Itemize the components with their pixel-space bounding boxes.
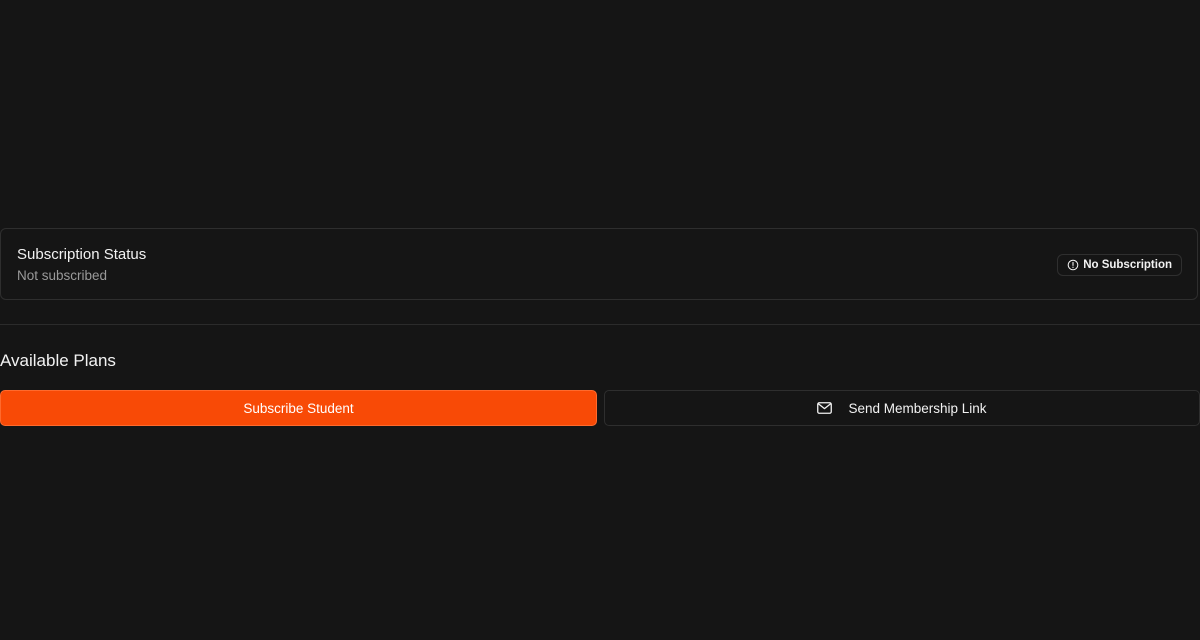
- subscription-status-text: Not subscribed: [17, 268, 108, 283]
- send-membership-link-button[interactable]: Send Membership Link: [604, 390, 1200, 426]
- subscribe-student-label: Subscribe Student: [243, 400, 354, 416]
- mail-icon: [817, 402, 833, 414]
- section-divider: [0, 324, 1200, 325]
- subscription-status-title: Subscription Status: [17, 246, 147, 263]
- subscribe-student-button[interactable]: Subscribe Student: [0, 390, 597, 426]
- page: Subscription Status Not subscribed No Su…: [0, 0, 1200, 640]
- available-plans-heading: Available Plans: [0, 351, 116, 370]
- status-badge-label: No Subscription: [1083, 259, 1172, 271]
- info-circle-icon: [1067, 259, 1079, 271]
- send-membership-link-label: Send Membership Link: [848, 400, 987, 416]
- subscription-status-card: Subscription Status Not subscribed No Su…: [0, 228, 1198, 300]
- status-badge: No Subscription: [1057, 254, 1182, 276]
